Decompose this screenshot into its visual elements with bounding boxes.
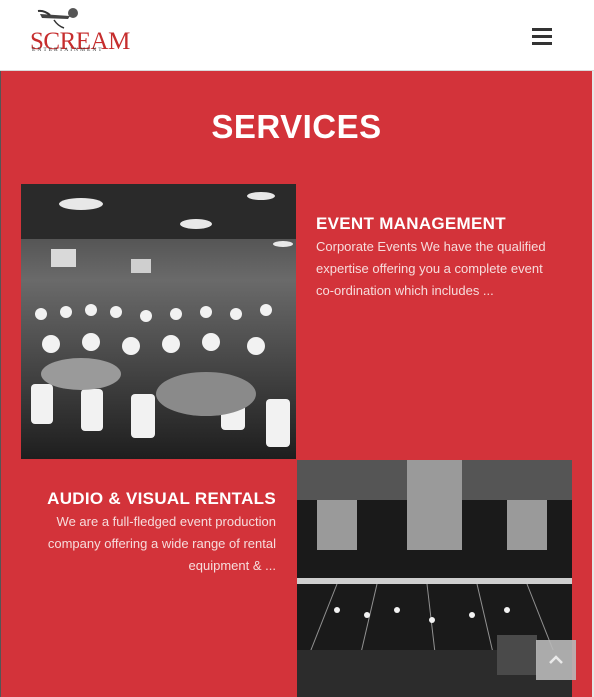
logo-subtext: ENTERTAINMENT xyxy=(32,47,104,53)
hamburger-icon-line xyxy=(532,42,552,45)
menu-toggle-button[interactable] xyxy=(528,28,556,50)
chevron-up-icon xyxy=(549,655,563,664)
site-header: SCREAM ENTERTAINMENT xyxy=(0,0,594,71)
section-title: SERVICES xyxy=(211,108,382,145)
hamburger-icon-line xyxy=(532,28,552,31)
banquet-hall-photo[interactable] xyxy=(21,184,296,459)
concert-stage-image xyxy=(297,460,572,697)
services-section: SERVICES EVENT MANAGEMENT Corporate Even… xyxy=(1,71,592,697)
service-title-event-management[interactable]: EVENT MANAGEMENT xyxy=(316,214,506,234)
service-description-event-management: Corporate Events We have the qualified e… xyxy=(316,239,546,298)
service-description-audio-visual-rentals: We are a full-fledged event production c… xyxy=(47,514,276,573)
service-title-audio-visual-rentals[interactable]: AUDIO & VISUAL RENTALS xyxy=(21,489,276,509)
site-logo[interactable]: SCREAM ENTERTAINMENT xyxy=(28,6,130,58)
concert-stage-photo[interactable] xyxy=(297,460,572,697)
scroll-to-top-button[interactable] xyxy=(536,640,576,680)
hamburger-icon-line xyxy=(532,35,552,38)
banquet-hall-image xyxy=(21,184,296,459)
